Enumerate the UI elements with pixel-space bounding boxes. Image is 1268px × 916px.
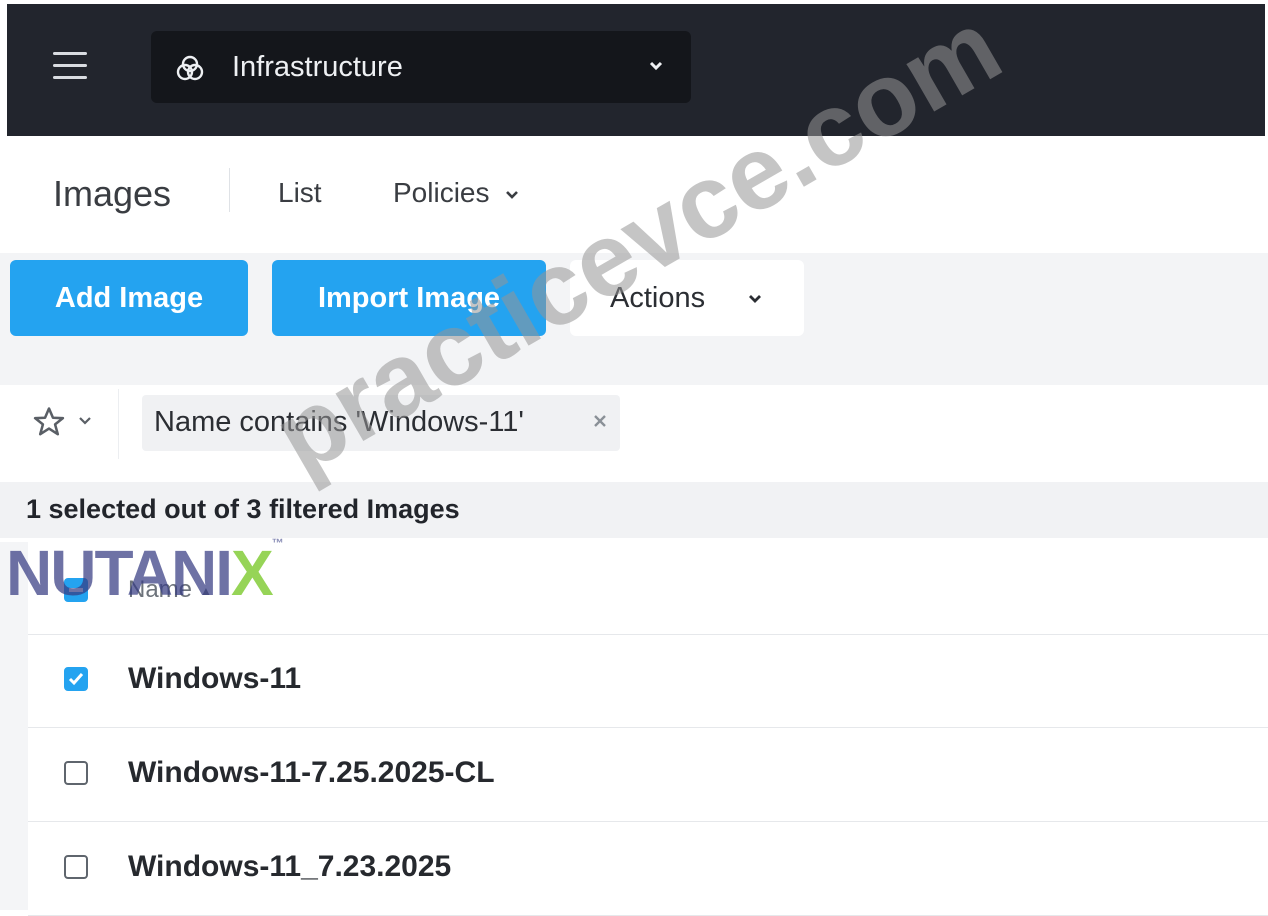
tab-policies-label: Policies	[393, 177, 490, 208]
import-image-button[interactable]: Import Image	[272, 260, 546, 336]
star-icon	[33, 407, 65, 436]
sort-ascending-icon: ▲	[200, 583, 212, 598]
select-all-checkbox[interactable]	[64, 578, 88, 602]
filter-chip[interactable]: Name contains 'Windows-11'	[142, 395, 620, 451]
filter-bar: Name contains 'Windows-11'	[14, 385, 1268, 459]
favorites-filter-button[interactable]	[32, 403, 98, 443]
tab-policies[interactable]: Policies	[393, 177, 519, 209]
chevron-down-icon	[649, 61, 663, 71]
image-name: Windows-11	[128, 662, 302, 695]
column-header-name[interactable]: Name ▲	[128, 576, 212, 604]
top-navigation-bar: Infrastructure	[7, 4, 1265, 136]
tab-list[interactable]: List	[278, 177, 322, 209]
add-image-button[interactable]: Add Image	[10, 260, 248, 336]
divider	[229, 168, 230, 212]
divider	[118, 389, 119, 459]
selection-summary-bar: 1 selected out of 3 filtered Images	[0, 482, 1268, 538]
app-switcher-dropdown[interactable]: Infrastructure	[151, 31, 691, 103]
image-name: Windows-11_7.23.2025	[128, 850, 452, 883]
table-row[interactable]: Windows-11-7.25.2025-CL	[28, 728, 1268, 822]
app-title: Infrastructure	[232, 51, 403, 83]
images-table: Name ▲ Windows-11 Windows-11-7.25.2025-CL…	[28, 542, 1268, 916]
table-row[interactable]: Windows-11	[28, 634, 1268, 728]
close-icon[interactable]	[592, 413, 608, 429]
column-header-name-label: Name	[128, 576, 193, 603]
sub-navigation: Images List Policies	[0, 138, 1268, 248]
page-title: Images	[53, 173, 172, 214]
chevron-down-icon	[506, 190, 519, 199]
row-checkbox[interactable]	[64, 761, 88, 785]
chevron-down-icon	[749, 295, 761, 303]
row-checkbox[interactable]	[64, 667, 88, 691]
actions-dropdown-button[interactable]: Actions	[570, 260, 804, 336]
hamburger-icon[interactable]	[53, 52, 87, 88]
filter-chip-text: Name contains 'Windows-11'	[154, 406, 524, 438]
actions-label: Actions	[610, 282, 706, 314]
table-gutter	[0, 542, 28, 910]
selection-summary: 1 selected out of 3 filtered Images	[26, 494, 460, 524]
table-header: Name ▲	[28, 542, 1268, 635]
checkmark-icon	[68, 673, 84, 686]
image-name: Windows-11-7.25.2025-CL	[128, 756, 495, 789]
row-checkbox[interactable]	[64, 855, 88, 879]
chevron-down-icon	[79, 417, 91, 425]
table-row[interactable]: Windows-11_7.23.2025	[28, 822, 1268, 916]
infrastructure-icon	[176, 55, 204, 81]
